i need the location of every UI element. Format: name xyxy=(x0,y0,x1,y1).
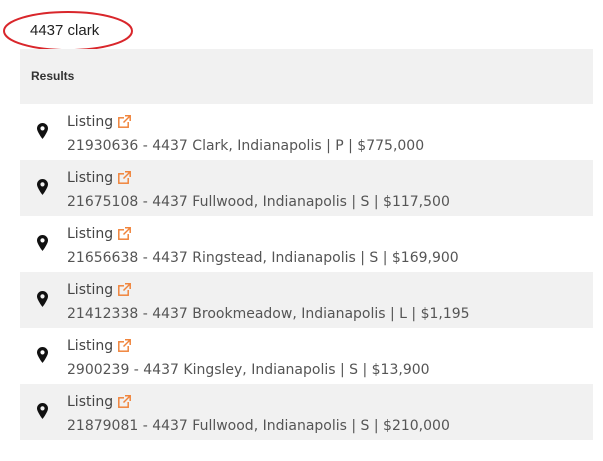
result-detail: 21879081 - 4437 Fullwood, Indianapolis |… xyxy=(67,418,450,434)
result-detail: 21656638 - 4437 Ringstead, Indianapolis … xyxy=(67,250,459,266)
result-item[interactable]: Listing 21879081 - 4437 Fullwood, Indian… xyxy=(20,384,593,440)
result-label[interactable]: Listing xyxy=(67,338,113,354)
map-pin-icon xyxy=(37,403,48,419)
map-pin-icon xyxy=(37,179,48,195)
search-query-text: 4437 clark xyxy=(30,22,100,39)
result-label[interactable]: Listing xyxy=(67,394,113,410)
external-link-icon[interactable] xyxy=(118,394,132,408)
external-link-icon[interactable] xyxy=(118,338,132,352)
result-item[interactable]: Listing 2900239 - 4437 Kingsley, Indiana… xyxy=(20,328,593,384)
result-detail: 21675108 - 4437 Fullwood, Indianapolis |… xyxy=(67,194,450,210)
result-label[interactable]: Listing xyxy=(67,114,113,130)
external-link-icon[interactable] xyxy=(118,226,132,240)
results-header: Results xyxy=(20,49,593,104)
map-pin-icon xyxy=(37,347,48,363)
result-label[interactable]: Listing xyxy=(67,226,113,242)
external-link-icon[interactable] xyxy=(118,170,132,184)
result-item[interactable]: Listing 21656638 - 4437 Ringstead, India… xyxy=(20,216,593,272)
result-label[interactable]: Listing xyxy=(67,282,113,298)
map-pin-icon xyxy=(37,235,48,251)
external-link-icon[interactable] xyxy=(118,282,132,296)
map-pin-icon xyxy=(37,291,48,307)
result-detail: 2900239 - 4437 Kingsley, Indianapolis | … xyxy=(67,362,430,378)
search-query-annotation: 4437 clark xyxy=(2,10,134,52)
result-detail: 21930636 - 4437 Clark, Indianapolis | P … xyxy=(67,138,425,154)
map-pin-icon xyxy=(37,123,48,139)
result-detail: 21412338 - 4437 Brookmeadow, Indianapoli… xyxy=(67,306,470,322)
results-title: Results xyxy=(31,69,75,83)
result-item[interactable]: Listing 21412338 - 4437 Brookmeadow, Ind… xyxy=(20,272,593,328)
result-label[interactable]: Listing xyxy=(67,170,113,186)
result-item[interactable]: Listing 21675108 - 4437 Fullwood, Indian… xyxy=(20,160,593,216)
result-item[interactable]: Listing 21930636 - 4437 Clark, Indianapo… xyxy=(20,104,593,160)
external-link-icon[interactable] xyxy=(118,114,132,128)
results-list: Listing 21930636 - 4437 Clark, Indianapo… xyxy=(20,104,593,440)
